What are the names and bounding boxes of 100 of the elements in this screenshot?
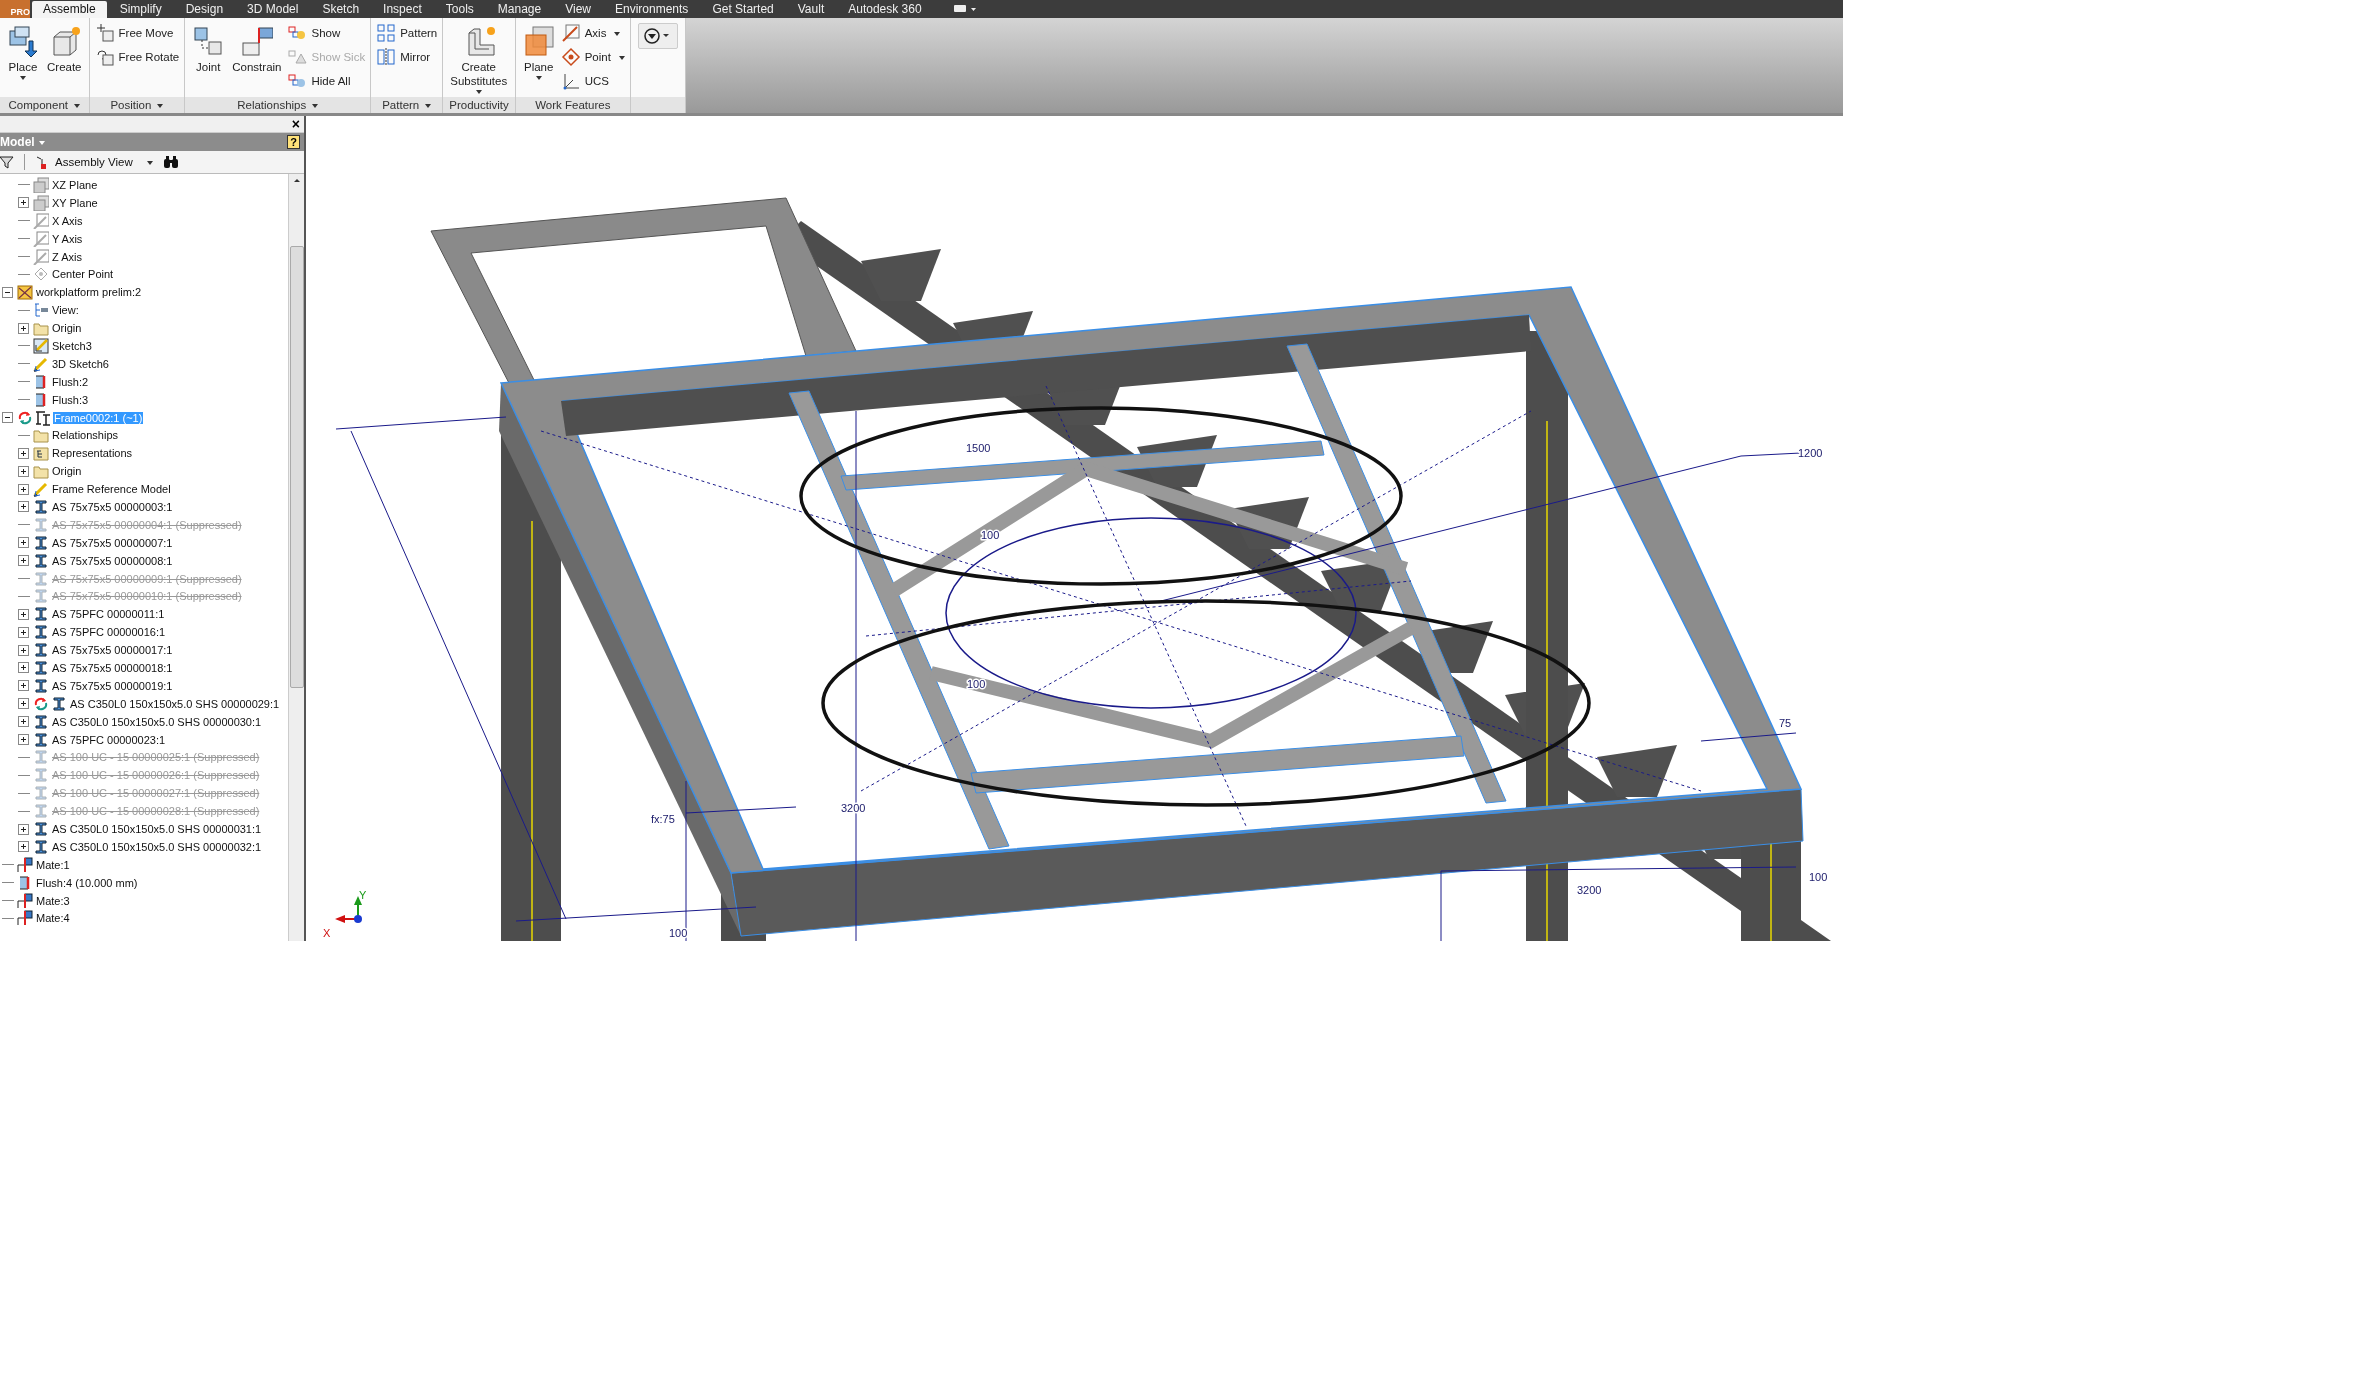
expand-box[interactable] [18,608,29,620]
tree-item[interactable]: AS C350L0 150x150x5.0 SHS 00000029:1 [69,697,281,710]
ribbon-tab[interactable]: Vault [786,1,836,18]
ribbon-tab[interactable]: View [554,1,602,18]
tree-item[interactable]: AS 75x75x5 00000003:1 [51,500,174,513]
scroll-thumb[interactable] [289,246,304,688]
tree-item[interactable]: Sketch3 [51,339,93,352]
tree-item[interactable]: Y Axis [51,232,84,245]
ribbon-button[interactable]: Hide All [287,71,366,91]
tree-item[interactable]: X Axis [51,214,84,227]
expand-box[interactable] [18,626,29,638]
tree-item[interactable]: Z Axis [51,250,83,263]
tree-item[interactable]: Representations [51,447,134,460]
expand-box[interactable] [18,716,29,728]
dimension-label: 1200 [1798,447,1823,459]
expand-box[interactable] [18,555,29,567]
expand-box[interactable] [18,680,29,692]
i-beam-icon [33,660,49,676]
ribbon-button[interactable]: Create [45,21,84,76]
expand-box[interactable] [18,537,29,549]
ribbon-tab[interactable]: Autodesk 360 [837,1,933,18]
expand-box[interactable] [18,501,29,513]
ribbon-button[interactable]: Free Rotate [94,47,180,67]
expand-box[interactable] [18,197,29,209]
ribbon-tab[interactable]: 3D Model [236,1,310,18]
expand-box[interactable] [18,644,29,656]
tree-item[interactable]: AS 75x75x5 00000007:1 [51,536,174,549]
tree-item[interactable]: XZ Plane [51,178,99,191]
tree-item[interactable]: AS 75PFC 00000023:1 [51,733,167,746]
ribbon-button[interactable]: Plane [520,21,557,82]
ribbon-tab[interactable]: Get Started [701,1,785,18]
help-button[interactable]: ? [287,135,300,149]
ribbon-tab[interactable]: Tools [434,1,485,18]
ribbon-button[interactable]: Place [5,21,41,82]
tree-item[interactable]: AS C350L0 150x150x5.0 SHS 00000031:1 [51,823,263,835]
expand-box[interactable] [18,841,29,853]
tree-item[interactable]: Relationships [51,429,120,442]
ribbon-button[interactable]: Point [560,47,625,67]
tree-item[interactable]: AS 75PFC 00000016:1 [51,626,167,639]
monitor-caret-icon[interactable] [952,4,977,14]
tree-item[interactable]: Center Point [51,268,115,281]
panel-title[interactable]: Productivity [443,97,515,113]
ribbon-button[interactable]: Axis [560,23,625,43]
tree-item[interactable]: Flush:4 (10.000 mm) [35,876,139,889]
ribbon-button[interactable]: Constrain [230,21,284,76]
expand-box[interactable] [18,823,29,835]
ribbon-tab[interactable]: Inspect [372,1,433,18]
panel-title[interactable]: Work Features [515,97,630,113]
collapse-box[interactable] [2,412,13,423]
dropdown-button[interactable] [637,23,678,49]
ribbon-tab[interactable]: Sketch [311,1,371,18]
tree-item[interactable]: XY Plane [51,196,99,209]
ribbon-tab[interactable]: Simplify [108,1,173,18]
ribbon-button[interactable]: Mirror [376,47,438,67]
expand-box[interactable] [18,447,29,459]
ribbon-tab[interactable]: Manage [486,1,553,18]
panel-title[interactable]: Pattern [371,97,443,113]
panel-title[interactable]: Component [0,97,89,113]
tree-item[interactable]: workplatform prelim:2 [35,286,143,299]
binoculars-icon[interactable] [162,155,179,169]
expand-box[interactable] [18,698,29,710]
tree-item[interactable]: Flush:3 [51,393,90,406]
ribbon-button[interactable]: Create Substitutes [448,21,510,96]
expand-box[interactable] [18,662,29,674]
folder-icon [33,320,49,337]
tree-item[interactable]: 3D Sketch6 [51,357,110,370]
tree-item[interactable]: AS C350L0 150x150x5.0 SHS 00000030:1 [51,715,263,728]
tree-item[interactable]: Origin [51,465,83,478]
tree-item[interactable]: Mate:1 [35,858,71,871]
tree-item[interactable]: AS 75x75x5 00000018:1 [51,662,174,674]
expand-box[interactable] [18,483,29,495]
ribbon-button[interactable]: Joint [190,21,227,76]
panel-title[interactable]: Relationships [185,97,371,113]
expand-box[interactable] [18,322,29,334]
expand-box[interactable] [18,465,29,477]
ribbon-button[interactable]: UCS [560,71,625,91]
tree-item[interactable]: AS 75x75x5 00000008:1 [51,554,174,567]
ribbon-tab[interactable]: Design [174,1,235,18]
tree-item[interactable]: Origin [51,322,83,335]
tree-item[interactable]: AS 75x75x5 00000019:1 [51,679,174,692]
application-button[interactable]: PRO [0,0,30,18]
tree-item[interactable]: View: [51,304,80,317]
tree-item[interactable]: AS C350L0 150x150x5.0 SHS 00000032:1 [51,840,263,853]
tree-item[interactable]: Flush:2 [51,375,90,388]
ribbon-tab[interactable]: Environments [604,1,700,18]
ribbon-button[interactable]: Free Move [94,23,180,43]
filter-icon[interactable] [0,155,14,169]
tree-item[interactable]: AS 75x75x5 00000017:1 [51,644,174,657]
ribbon-button[interactable]: Show [287,23,366,43]
expand-box[interactable] [18,734,29,746]
panel-title[interactable]: Position [89,97,185,113]
close-button[interactable]: × [287,117,304,131]
tree-item[interactable]: Frame Reference Model [51,483,172,496]
collapse-box[interactable] [2,286,13,298]
ribbon-tab[interactable]: Assemble [32,1,107,18]
tree-item[interactable]: Mate:4 [35,912,71,925]
tree-item[interactable]: Mate:3 [35,894,71,907]
ribbon-button[interactable]: Pattern [376,23,438,43]
tree-item[interactable]: AS 75PFC 00000011:1 [51,608,166,621]
scrollbar[interactable] [288,174,304,941]
